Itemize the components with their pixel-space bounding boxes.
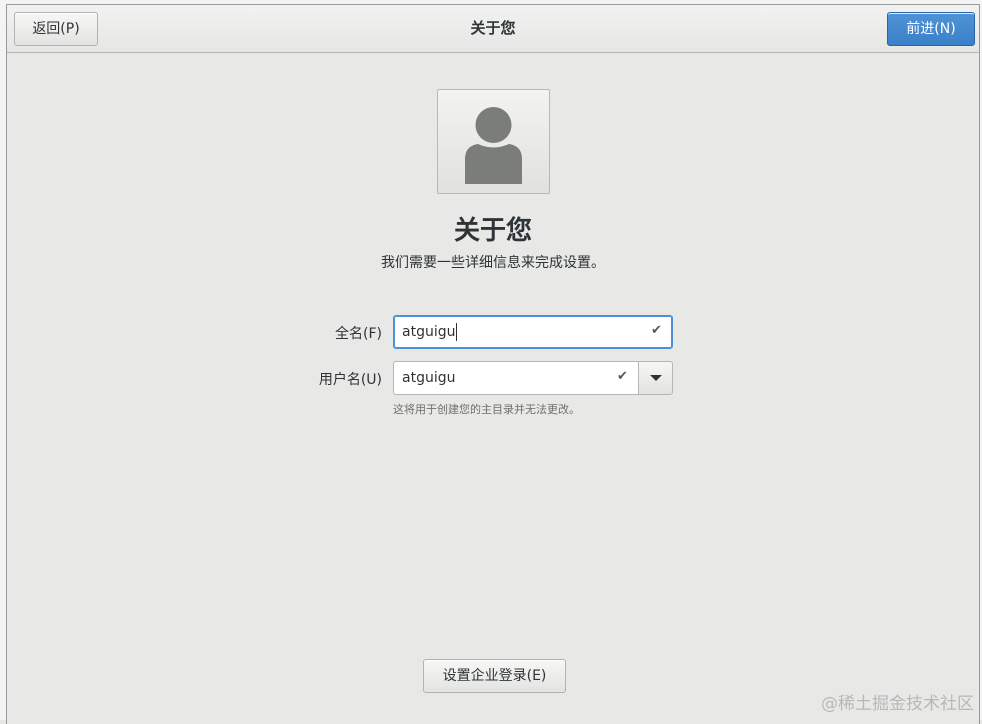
username-hint: 这将用于创建您的主目录并无法更改。 xyxy=(393,403,580,416)
checkmark-icon: ✔ xyxy=(617,369,628,384)
full-name-input[interactable]: atguigu xyxy=(393,315,673,349)
window-title: 关于您 xyxy=(470,19,516,37)
username-value: atguigu xyxy=(402,370,456,386)
page-title: 关于您 xyxy=(453,216,532,246)
user-avatar-icon xyxy=(465,107,522,184)
full-name-label: 全名(F) xyxy=(335,326,382,342)
next-button[interactable]: 前进(N) xyxy=(887,12,975,46)
page-subtitle: 我们需要一些详细信息来完成设置。 xyxy=(381,255,605,271)
username-label: 用户名(U) xyxy=(318,372,382,388)
setup-window: 返回(P) 关于您 前进(N) 关于您 我们需要一些详细信息来完成设置。 全名(… xyxy=(6,4,980,724)
full-name-value: atguigu xyxy=(402,324,456,340)
username-input[interactable]: atguigu xyxy=(393,361,639,395)
checkmark-icon: ✔ xyxy=(651,323,662,338)
chevron-down-icon xyxy=(650,375,662,381)
username-dropdown-button[interactable] xyxy=(638,361,673,395)
header-bar: 返回(P) 关于您 前进(N) xyxy=(7,5,979,53)
watermark: @稀土掘金技术社区 xyxy=(821,694,974,714)
avatar-button[interactable] xyxy=(437,89,550,194)
text-caret xyxy=(456,323,458,341)
enterprise-login-button[interactable]: 设置企业登录(E) xyxy=(423,659,566,693)
